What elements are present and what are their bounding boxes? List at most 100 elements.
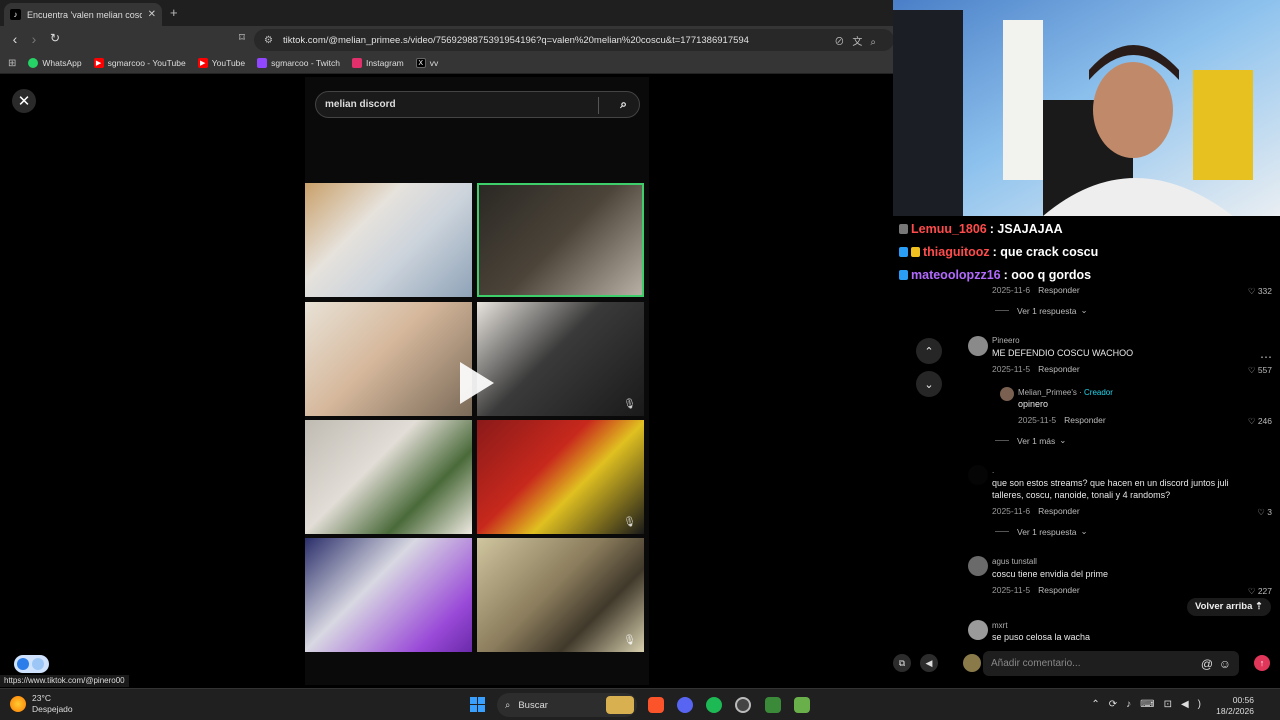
weather-widget[interactable]: 23°C Despejado [10,693,73,715]
avatar [963,654,981,672]
send-button[interactable]: ↑ [1254,655,1270,671]
like-count[interactable]: ♡ 557 [1248,365,1272,376]
mic-muted-icon: 🎙 [623,399,636,410]
comment-bar: ⧉ ◀ Añadir comentario... @ ☺ ↑ [893,646,1280,680]
comment-username[interactable]: Pineero [992,336,1020,345]
clock[interactable]: 00:56 18/2/2026 [1216,695,1254,717]
discord-icon[interactable] [677,697,693,713]
system-tray-icons[interactable]: ⌃⟳♪⌨⊡◀) [1091,699,1210,710]
emoji-icon[interactable]: ☺ [1219,657,1231,671]
bookmark-label: Instagram [365,58,404,68]
avatar[interactable] [1000,387,1014,401]
comment-meta: 2025-11-5 Responder [992,364,1080,374]
steam-icon[interactable] [735,697,751,713]
address-bar-actions-icon[interactable]: ⊘文⌕ [834,33,884,48]
creator-badge: Creador [1084,388,1113,397]
bookmark-sgmarcoo-youtube[interactable]: ▶ sgmarcoo - YouTube [93,58,186,68]
search-highlight-icon [606,696,634,714]
brave-icon[interactable] [648,697,664,713]
chat-badge-icon [899,247,908,257]
bookmark-vv[interactable]: Xvv [415,58,438,68]
taskbar-search-label: Buscar [518,699,548,711]
bookmark-whatsapp[interactable]: WhatsApp [28,58,82,68]
bookmark-sgmarcoo-twitch[interactable]: sgmarcoo - Twitch [257,58,340,68]
view-more-button[interactable]: Ver 1 más ⌄ [995,435,1066,446]
tab-title: Encuentra 'valen melian coscu' e [27,9,142,20]
comment-username[interactable]: agus tunstall [992,557,1037,566]
x-icon: X [415,58,426,68]
reply-button[interactable]: Responder [1038,506,1080,516]
reload-button[interactable]: ↻ [46,31,64,45]
search-icon[interactable]: ⌕ [620,97,627,112]
comment-username[interactable]: mxrt [992,621,1008,630]
like-count[interactable]: ♡ 332 [1248,286,1272,297]
back-button[interactable]: ‹ [6,31,24,47]
chat-message: thiaguitooz : que crack coscu [899,245,1098,259]
minecraft-icon[interactable] [765,697,781,713]
avatar[interactable] [968,336,988,356]
new-tab-button[interactable]: + [170,5,178,20]
next-video-button[interactable]: ⌄ [916,371,942,397]
spotify-icon[interactable] [706,697,722,713]
reply-button[interactable]: Responder [1038,285,1080,295]
mic-muted-icon: 🎙 [623,517,636,528]
comment-meta: 2025-11-5 Responder [992,585,1080,595]
play-icon[interactable] [460,362,494,404]
bookmark-icon[interactable]: ⌑ [233,31,251,44]
search-input[interactable]: melian discord ⌕ [315,91,640,118]
comment-text: ME DEFENDIO COSCU WACHOO [992,348,1134,358]
avatar[interactable] [968,465,988,485]
comment-text: coscu tiene envidia del prime [992,569,1109,579]
avatar[interactable] [968,556,988,576]
view-replies-button[interactable]: Ver 1 respuesta ⌄ [995,305,1088,316]
reply-button[interactable]: Responder [1064,415,1106,425]
comment-username[interactable]: . [992,466,994,475]
address-bar[interactable]: ⚙ tiktok.com/@melian_primee.s/video/7569… [254,29,894,51]
comment-text: opinero [1018,399,1049,409]
comment-date: 2025-11-5 [992,364,1031,374]
comment-username[interactable]: Melian_Primee's [1018,388,1077,397]
like-count[interactable]: ♡ 3 [1257,507,1272,518]
browser-tab[interactable]: ♪ Encuentra 'valen melian coscu' e ✕ [4,3,162,26]
clock-date: 18/2/2026 [1216,706,1254,716]
forward-button[interactable]: › [25,31,43,47]
like-count[interactable]: ♡ 227 [1248,586,1272,597]
view-replies-button[interactable]: Ver 1 respuesta ⌄ [995,526,1088,537]
weather-text: Despejado [32,704,73,714]
view-replies-label: Ver 1 respuesta [1017,526,1077,537]
browser-icon [17,658,29,670]
bookmark-youtube[interactable]: ▶ YouTube [197,58,246,68]
more-options-icon[interactable]: ⋯ [1260,350,1272,364]
weather-icon [10,696,26,712]
mention-icon[interactable]: @ [1201,657,1213,671]
chat-text: : que crack coscu [992,245,1099,259]
windows-taskbar: 23°C Despejado ⌕ Buscar ⌃⟳♪⌨⊡◀) 00:56 18/… [0,688,1280,720]
comment-date: 2025-11-5 [992,585,1031,595]
comment-placeholder: Añadir comentario... [991,658,1081,669]
back-to-top-label: Volver arriba [1195,601,1253,612]
reply-button[interactable]: Responder [1038,364,1080,374]
view-replies-label: Ver 1 respuesta [1017,305,1077,316]
edge-sidebar-toggle[interactable] [14,655,49,673]
avatar[interactable] [968,620,988,640]
tiktok-icon: ♪ [10,9,21,20]
chat-message: Lemuu_1806 : JSAJAJAA [899,222,1063,236]
video-player[interactable]: melian discord ⌕ 🎙 🎙 🎙 [305,77,649,685]
bookmark-instagram[interactable]: Instagram [351,58,404,68]
previous-video-button[interactable]: ⌃ [916,338,942,364]
comment-input[interactable]: Añadir comentario... @ ☺ [983,651,1239,676]
site-info-icon[interactable]: ⚙ [264,35,273,46]
close-tab-icon[interactable]: ✕ [148,9,156,20]
bookmark-label: YouTube [211,58,246,68]
volume-icon[interactable]: ◀ [920,654,938,672]
back-to-top-button[interactable]: Volver arriba ⇡ [1187,598,1271,616]
like-value: 227 [1257,586,1272,596]
twitch-icon [257,58,268,68]
reply-button[interactable]: Responder [1038,585,1080,595]
apps-icon[interactable]: ⊞ [8,58,16,69]
close-video-button[interactable]: ✕ [12,89,36,113]
picture-in-picture-icon[interactable]: ⧉ [893,654,911,672]
start-button[interactable] [470,697,485,712]
minecraft-launcher-icon[interactable] [794,697,810,713]
like-count[interactable]: ♡ 246 [1248,416,1272,427]
